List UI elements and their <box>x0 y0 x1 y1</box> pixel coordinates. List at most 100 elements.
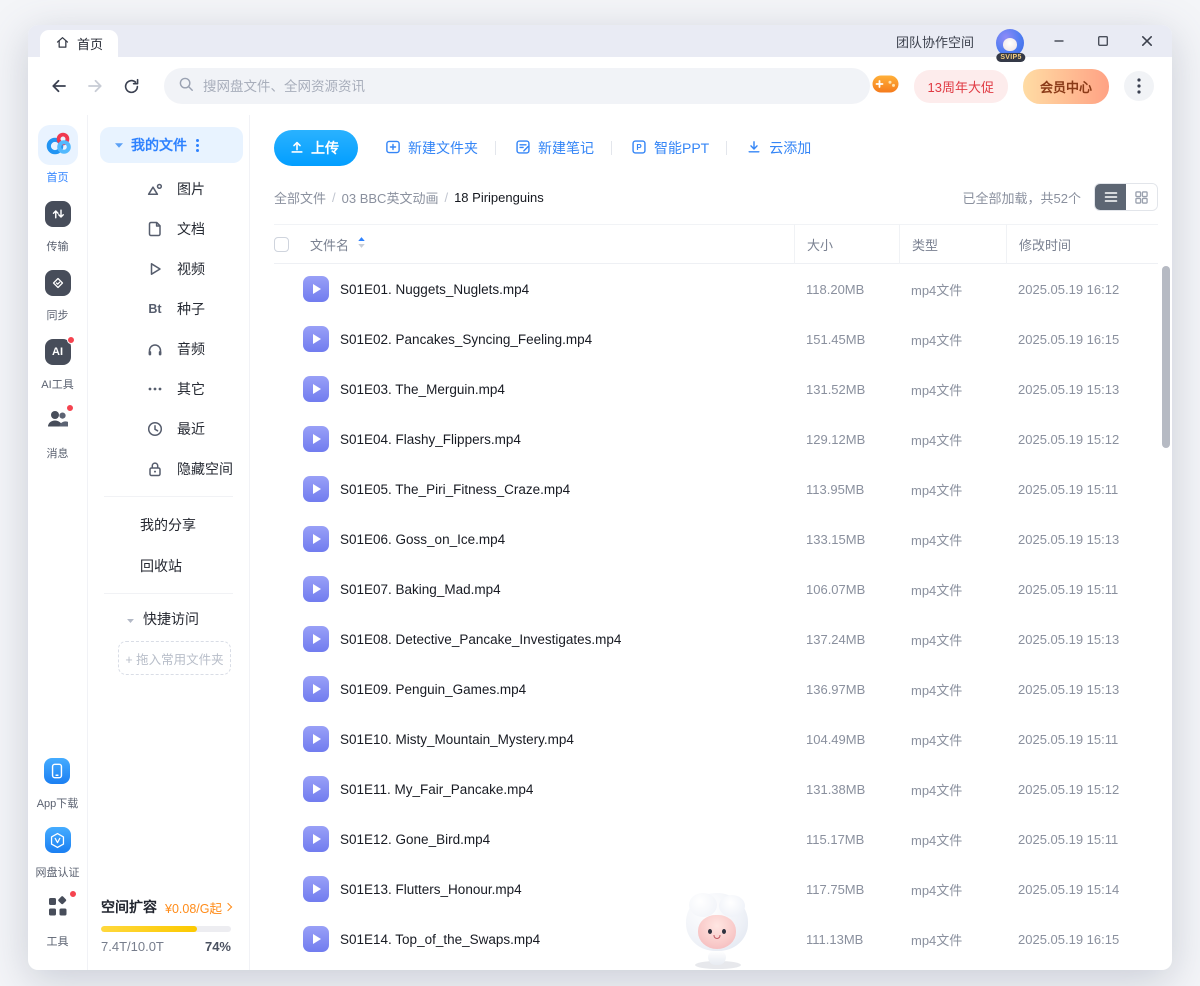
rail-item-ai-tools[interactable]: AI AI工具 <box>38 332 78 392</box>
sidebar-label: 图片 <box>177 179 205 199</box>
sort-icon[interactable] <box>357 236 366 252</box>
sidebar-item-my-shares[interactable]: 我的分享 <box>88 504 249 545</box>
netdisk-logo-icon <box>43 128 73 163</box>
column-size[interactable]: 大小 <box>794 224 899 264</box>
tab-home[interactable]: 首页 <box>40 30 118 57</box>
rail-item-app-download[interactable]: App下载 <box>37 751 79 811</box>
rail-item-transfer[interactable]: 传输 <box>38 194 78 254</box>
sidebar-item-my-files[interactable]: 我的文件 <box>100 127 243 163</box>
forward-button[interactable] <box>82 73 108 99</box>
smart-ppt-button[interactable]: P 智能PPT <box>631 138 709 158</box>
back-button[interactable] <box>46 73 72 99</box>
video-file-icon <box>303 376 329 402</box>
table-row[interactable]: S01E08. Detective_Pancake_Investigates.m… <box>274 614 1158 664</box>
rail-item-messages[interactable]: 消息 <box>38 401 78 461</box>
divider <box>611 141 612 155</box>
user-avatar[interactable]: SVIP5 <box>996 29 1026 59</box>
file-name[interactable]: S01E05. The_Piri_Fitness_Craze.mp4 <box>340 482 794 497</box>
rail-label-tools: 工具 <box>47 933 69 949</box>
file-name[interactable]: S01E02. Pancakes_Syncing_Feeling.mp4 <box>340 332 794 347</box>
picture-icon <box>146 180 164 198</box>
file-name[interactable]: S01E12. Gone_Bird.mp4 <box>340 832 794 847</box>
table-row[interactable]: S01E02. Pancakes_Syncing_Feeling.mp4 151… <box>274 314 1158 364</box>
tab-label: 首页 <box>77 34 103 53</box>
rail-item-home[interactable]: 首页 <box>38 125 78 185</box>
sidebar-item-audio[interactable]: 音频 <box>88 329 249 369</box>
table-row[interactable]: S01E07. Baking_Mad.mp4 106.07MB mp4文件 20… <box>274 564 1158 614</box>
table-row[interactable]: S01E06. Goss_on_Ice.mp4 133.15MB mp4文件 2… <box>274 514 1158 564</box>
sidebar-item-videos[interactable]: 视频 <box>88 249 249 289</box>
sidebar: 我的文件 图片 文档 视频 B <box>88 115 250 970</box>
file-modified-time: 2025.05.19 15:11 <box>1006 582 1158 597</box>
list-view-button[interactable] <box>1095 184 1126 210</box>
column-type[interactable]: 类型 <box>899 224 1006 264</box>
file-name[interactable]: S01E06. Goss_on_Ice.mp4 <box>340 532 794 547</box>
file-name[interactable]: S01E11. My_Fair_Pancake.mp4 <box>340 782 794 797</box>
minimize-button[interactable] <box>1048 30 1070 52</box>
new-folder-button[interactable]: 新建文件夹 <box>385 138 478 158</box>
file-name[interactable]: S01E04. Flashy_Flippers.mp4 <box>340 432 794 447</box>
new-folder-icon <box>385 139 401 158</box>
grid-view-button[interactable] <box>1126 184 1157 210</box>
app-window: 首页 团队协作空间 SVIP5 <box>28 25 1172 970</box>
breadcrumb-current: 18 Piripenguins <box>454 190 544 205</box>
table-row[interactable]: S01E12. Gone_Bird.mp4 115.17MB mp4文件 202… <box>274 814 1158 864</box>
new-note-button[interactable]: 新建笔记 <box>515 138 594 158</box>
anniversary-promo-badge[interactable]: 13周年大促 <box>914 70 1008 103</box>
file-name[interactable]: S01E01. Nuggets_Nuglets.mp4 <box>340 282 794 297</box>
file-name[interactable]: S01E09. Penguin_Games.mp4 <box>340 682 794 697</box>
my-files-menu-icon[interactable] <box>196 139 199 152</box>
table-row[interactable]: S01E03. The_Merguin.mp4 131.52MB mp4文件 2… <box>274 364 1158 414</box>
select-all-checkbox[interactable] <box>274 237 289 252</box>
sidebar-item-other[interactable]: 其它 <box>88 369 249 409</box>
upload-icon <box>289 139 305 158</box>
column-modified[interactable]: 修改时间 <box>1006 224 1158 264</box>
certification-icon <box>45 827 71 853</box>
table-row[interactable]: S01E01. Nuggets_Nuglets.mp4 118.20MB mp4… <box>274 264 1158 314</box>
sidebar-item-torrents[interactable]: Bt 种子 <box>88 289 249 329</box>
search-bar[interactable] <box>164 68 870 104</box>
sidebar-item-recent[interactable]: 最近 <box>88 409 249 449</box>
file-name[interactable]: S01E03. The_Merguin.mp4 <box>340 382 794 397</box>
rail-item-tools[interactable]: 工具 <box>38 889 78 949</box>
search-input[interactable] <box>203 79 856 94</box>
breadcrumb-all-files[interactable]: 全部文件 <box>274 188 326 207</box>
file-type: mp4文件 <box>899 580 1006 599</box>
scrollbar-thumb[interactable] <box>1162 266 1170 448</box>
refresh-button[interactable] <box>118 73 144 99</box>
storage-price-link[interactable]: ¥0.08/G起 <box>165 898 231 917</box>
sidebar-item-recycle-bin[interactable]: 回收站 <box>88 545 249 586</box>
mascot-character[interactable] <box>685 891 749 969</box>
breadcrumb-folder[interactable]: 03 BBC英文动画 <box>342 188 439 207</box>
table-row[interactable]: S01E05. The_Piri_Fitness_Craze.mp4 113.9… <box>274 464 1158 514</box>
file-name[interactable]: S01E07. Baking_Mad.mp4 <box>340 582 794 597</box>
column-filename[interactable]: 文件名 <box>310 235 349 254</box>
game-center-icon[interactable] <box>872 74 899 99</box>
table-row[interactable]: S01E10. Misty_Mountain_Mystery.mp4 104.4… <box>274 714 1158 764</box>
upload-button[interactable]: 上传 <box>274 130 358 166</box>
table-row[interactable]: S01E11. My_Fair_Pancake.mp4 131.38MB mp4… <box>274 764 1158 814</box>
more-menu-button[interactable] <box>1124 71 1154 101</box>
rail-item-certification[interactable]: 网盘认证 <box>36 820 80 880</box>
file-name[interactable]: S01E10. Misty_Mountain_Mystery.mp4 <box>340 732 794 747</box>
sidebar-item-quick-access[interactable]: 快捷访问 <box>88 601 249 637</box>
search-icon <box>178 76 194 97</box>
drop-folder-zone[interactable]: + 拖入常用文件夹 <box>118 641 231 675</box>
sidebar-item-hidden-space[interactable]: 隐藏空间 <box>88 449 249 489</box>
sidebar-item-pictures[interactable]: 图片 <box>88 169 249 209</box>
cloud-add-button[interactable]: 云添加 <box>746 138 811 158</box>
sidebar-label: 音频 <box>177 339 205 359</box>
table-row[interactable]: S01E04. Flashy_Flippers.mp4 129.12MB mp4… <box>274 414 1158 464</box>
table-row[interactable]: S01E09. Penguin_Games.mp4 136.97MB mp4文件… <box>274 664 1158 714</box>
transfer-icon <box>45 201 71 227</box>
maximize-button[interactable] <box>1092 30 1114 52</box>
close-button[interactable] <box>1136 30 1158 52</box>
sidebar-item-documents[interactable]: 文档 <box>88 209 249 249</box>
file-type: mp4文件 <box>899 380 1006 399</box>
rail-label-ai-tools: AI工具 <box>41 376 73 392</box>
member-center-button[interactable]: 会员中心 <box>1023 69 1109 104</box>
rail-item-sync[interactable]: 同步 <box>38 263 78 323</box>
workspace-link[interactable]: 团队协作空间 <box>896 32 974 51</box>
file-name[interactable]: S01E08. Detective_Pancake_Investigates.m… <box>340 632 794 647</box>
file-modified-time: 2025.05.19 15:13 <box>1006 682 1158 697</box>
